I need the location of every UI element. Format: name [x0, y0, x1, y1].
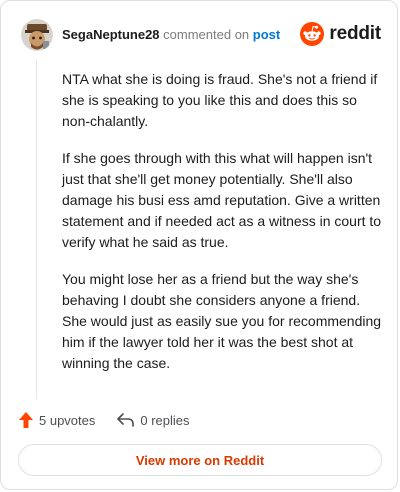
- avatar[interactable]: [21, 19, 53, 51]
- commented-on-text: commented on: [163, 27, 250, 42]
- reply-arrow-icon: [117, 413, 135, 427]
- post-link[interactable]: post: [253, 27, 280, 42]
- upvote-count: 5 upvotes: [39, 412, 96, 428]
- view-more-button[interactable]: View more on Reddit: [18, 444, 382, 476]
- embedded-comment-card: SegaNeptune28 commented on post reddit N…: [0, 0, 398, 490]
- upvote-arrow-icon: [19, 412, 33, 428]
- upvote-button[interactable]: 5 upvotes: [19, 412, 95, 428]
- replies-button[interactable]: 0 replies: [117, 412, 190, 428]
- comment-paragraph: If she goes through with this what will …: [62, 150, 382, 250]
- comment-header: SegaNeptune28 commented on post reddit: [21, 19, 381, 51]
- comment-body: NTA what she is doing is fraud. She's no…: [62, 69, 388, 390]
- avatar-image: [21, 19, 53, 51]
- username-link[interactable]: SegaNeptune28: [62, 27, 160, 42]
- reply-count: 0 replies: [140, 412, 190, 428]
- reddit-logo[interactable]: reddit: [300, 19, 381, 49]
- comment-paragraph: You might lose her as a friend but the w…: [62, 271, 382, 371]
- reddit-snoo-icon: [300, 22, 325, 46]
- thread-line: [36, 59, 37, 399]
- reddit-wordmark: reddit: [329, 23, 381, 44]
- comment-paragraph: NTA what she is doing is fraud. She's no…: [62, 71, 378, 129]
- comment-actions: 5 upvotes 0 replies: [19, 409, 190, 431]
- comment-meta: SegaNeptune28 commented on post: [62, 27, 280, 42]
